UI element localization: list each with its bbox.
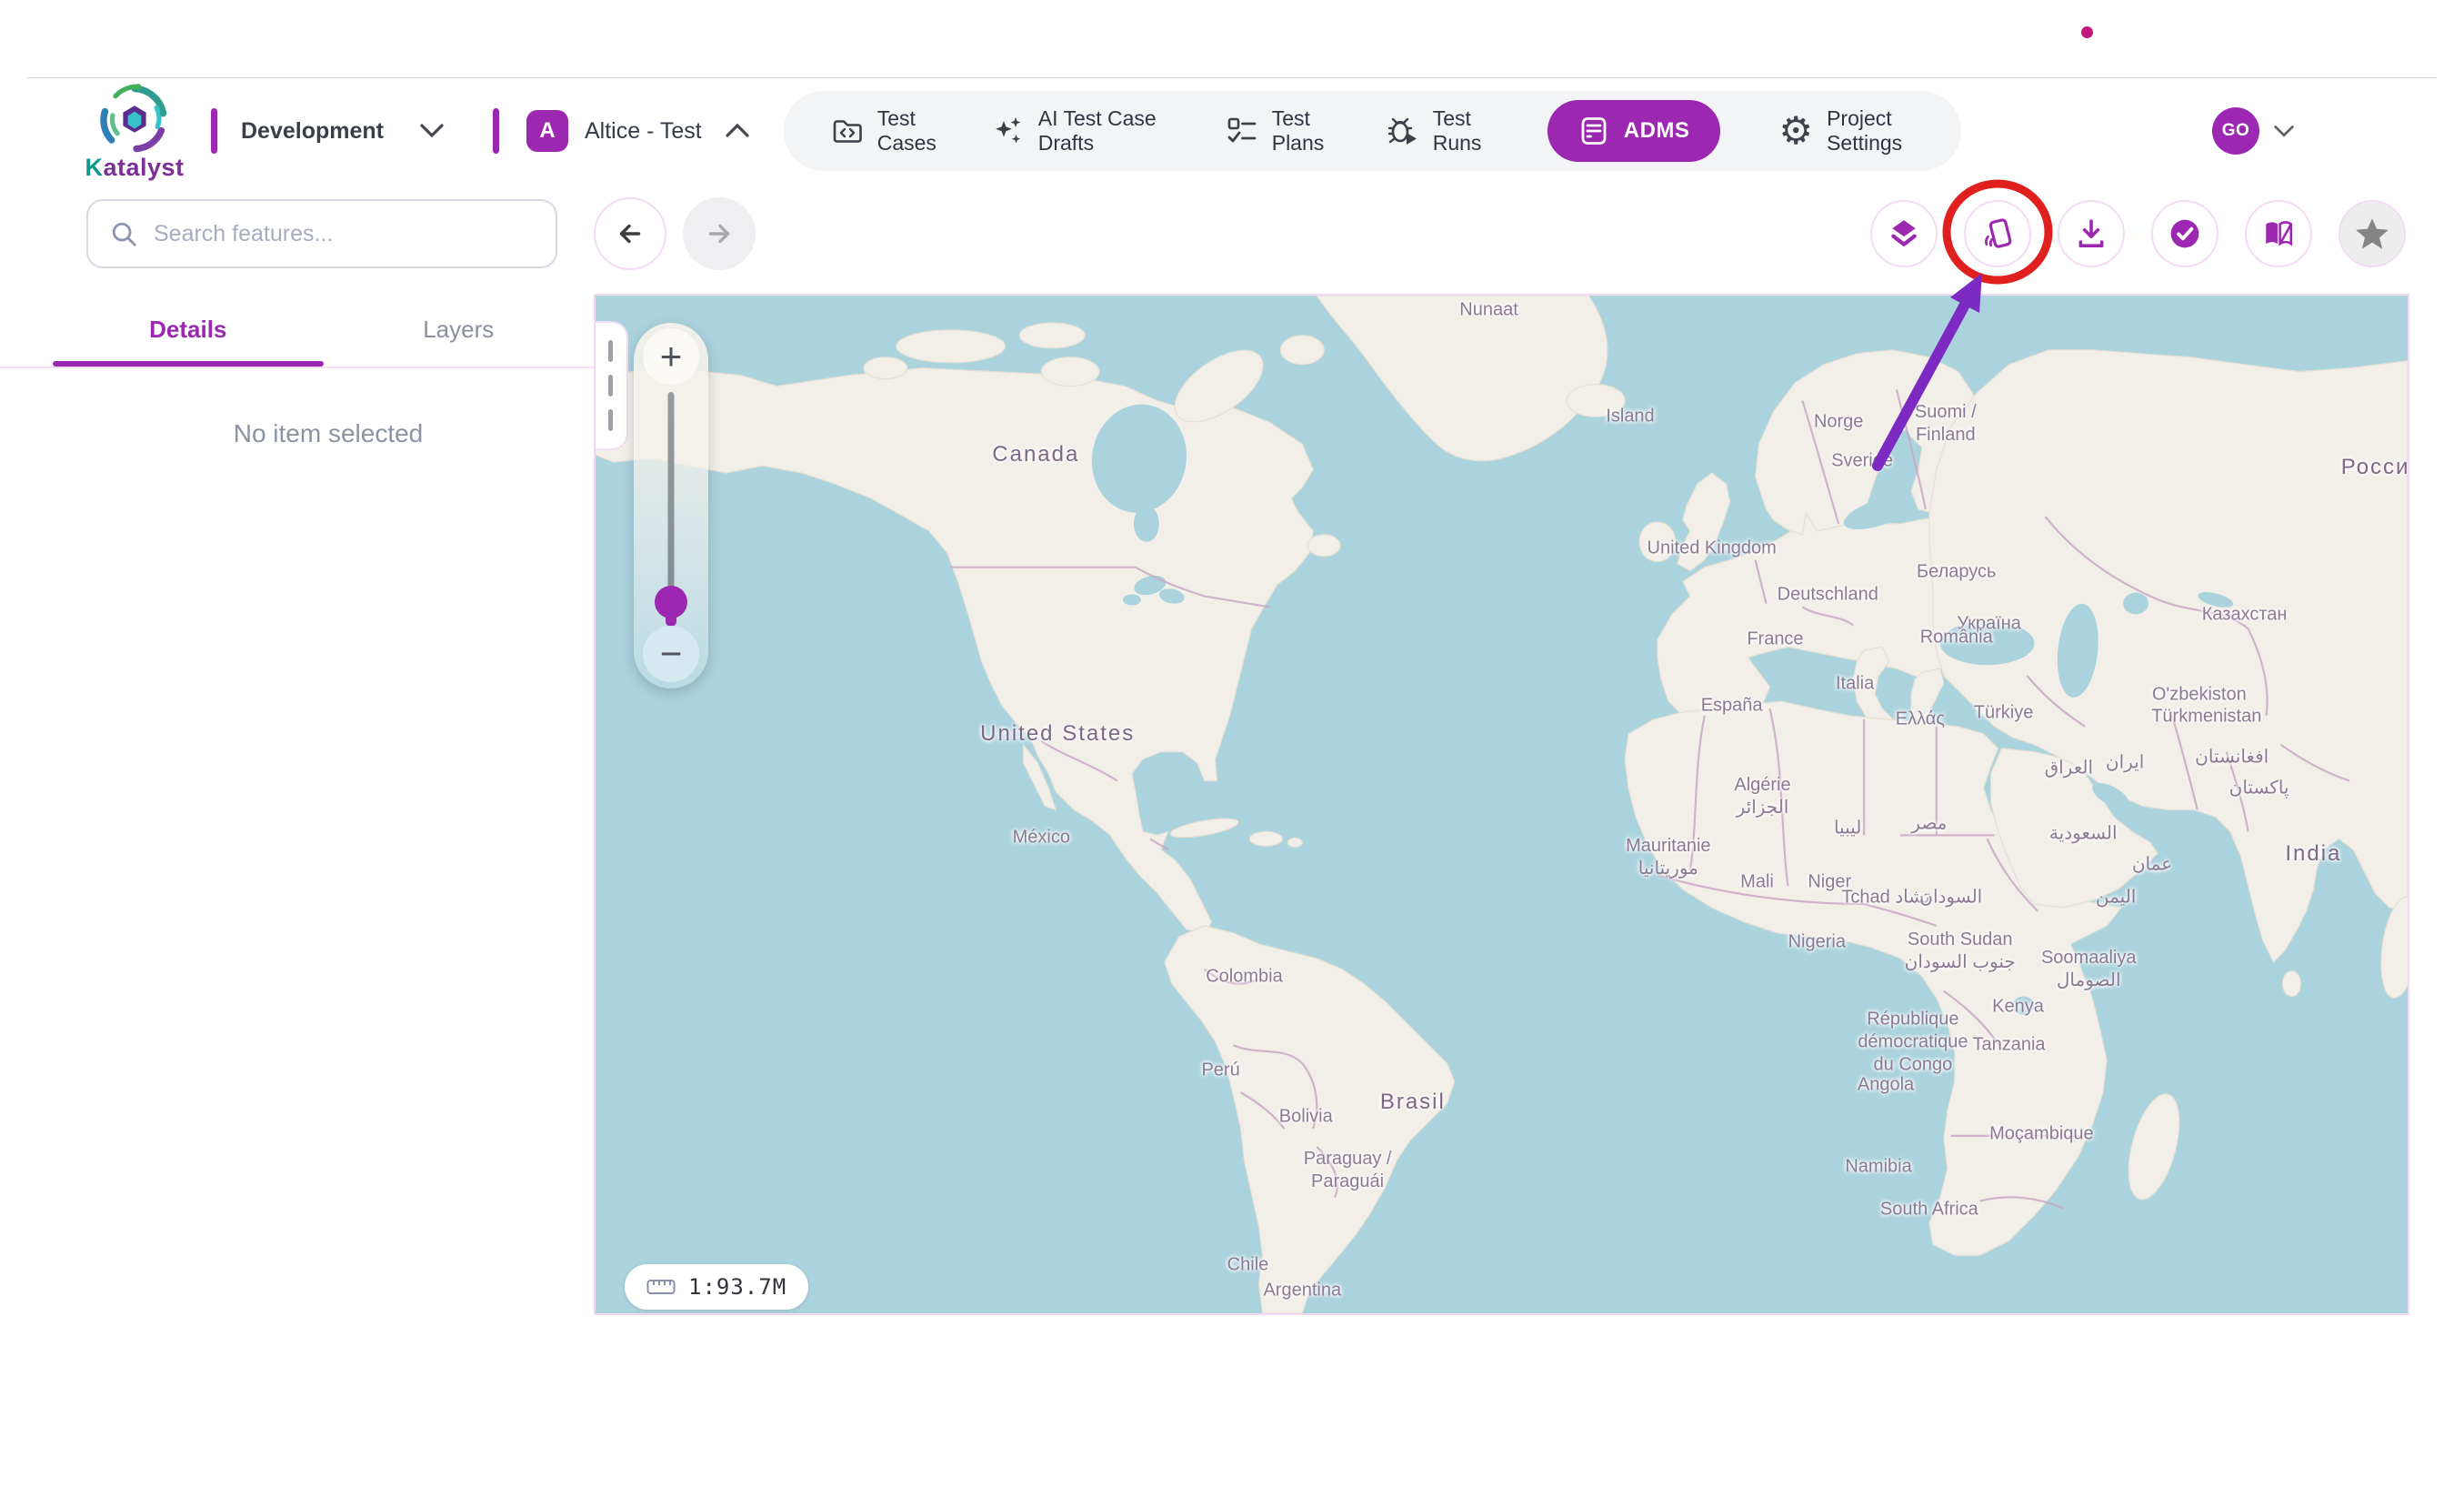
map-scale-indicator: 1:93.7M bbox=[625, 1264, 808, 1310]
search-icon bbox=[110, 220, 137, 247]
details-panel: Details Layers No item selected bbox=[0, 294, 594, 448]
tab-details[interactable]: Details bbox=[53, 294, 324, 365]
map-book-icon bbox=[2262, 217, 2295, 250]
bug-play-icon bbox=[1387, 116, 1419, 146]
map-actions-cluster bbox=[1870, 200, 2406, 267]
katalyst-logo[interactable]: Katalyst bbox=[84, 81, 185, 182]
primary-nav: Test Cases AI Test Case Drafts Test Plan… bbox=[784, 91, 1961, 171]
map-canvas[interactable]: NunaatIslandCanadaNorgeSverigeSuomi / Fi… bbox=[594, 294, 2409, 1315]
app-header: Katalyst Development A Altice - Test Tes… bbox=[0, 78, 2464, 184]
sparkles-icon bbox=[992, 116, 1025, 146]
check-circle-icon bbox=[2169, 217, 2201, 250]
brand-name: Katalyst bbox=[85, 154, 184, 182]
map-scale-value: 1:93.7M bbox=[688, 1274, 786, 1300]
user-avatar: GO bbox=[2212, 107, 2259, 155]
arrow-left-icon bbox=[614, 217, 646, 250]
download-icon bbox=[2075, 217, 2108, 250]
favorites-button[interactable] bbox=[2339, 200, 2406, 267]
chevron-down-icon bbox=[2272, 124, 2296, 139]
project-selector[interactable]: A Altice - Test bbox=[526, 110, 751, 152]
forward-button[interactable] bbox=[683, 197, 756, 270]
gear-icon: ⚙ bbox=[1778, 112, 1813, 150]
environment-selector[interactable]: Development bbox=[241, 118, 446, 145]
checklist-icon bbox=[1226, 116, 1258, 146]
back-button[interactable] bbox=[594, 197, 666, 270]
nav-item-test-runs[interactable]: Test Runs bbox=[1387, 106, 1489, 156]
panel-tabs: Details Layers bbox=[0, 294, 594, 365]
tabs-divider bbox=[0, 367, 594, 368]
project-accent-bar bbox=[493, 108, 499, 154]
project-name: Altice - Test bbox=[585, 118, 702, 145]
download-button[interactable] bbox=[2058, 200, 2125, 267]
basemap-button[interactable] bbox=[2245, 200, 2312, 267]
user-menu[interactable]: GO bbox=[2212, 107, 2296, 155]
world-map bbox=[596, 296, 2408, 1313]
katalyst-logo-icon bbox=[96, 81, 173, 157]
folder-code-icon bbox=[831, 116, 864, 146]
nav-item-ai-test-case-drafts[interactable]: AI Test Case Drafts bbox=[992, 106, 1167, 156]
ruler-icon bbox=[646, 1277, 676, 1297]
zoom-control: + − bbox=[634, 323, 708, 688]
zoom-slider-thumb[interactable] bbox=[655, 586, 687, 618]
tab-layers[interactable]: Layers bbox=[324, 294, 595, 365]
map-toolbar bbox=[86, 196, 2406, 271]
device-rotation-button[interactable] bbox=[1964, 200, 2031, 267]
zoom-out-button[interactable]: − bbox=[643, 626, 699, 682]
project-avatar: A bbox=[526, 110, 568, 152]
nav-item-project-settings[interactable]: ⚙ Project Settings bbox=[1778, 106, 1914, 156]
layers-button[interactable] bbox=[1870, 200, 1938, 267]
search-input[interactable] bbox=[154, 221, 534, 247]
zoom-in-button[interactable]: + bbox=[643, 328, 699, 385]
empty-state-text: No item selected bbox=[0, 419, 604, 448]
validate-button[interactable] bbox=[2151, 200, 2219, 267]
star-icon bbox=[2355, 216, 2389, 251]
chevron-up-icon bbox=[724, 122, 751, 140]
environment-label: Development bbox=[241, 118, 384, 145]
nav-item-test-plans[interactable]: Test Plans bbox=[1226, 106, 1328, 156]
search-box bbox=[86, 199, 557, 268]
database-icon bbox=[1578, 116, 1609, 146]
chevron-down-icon bbox=[418, 122, 446, 140]
env-accent-bar bbox=[211, 108, 217, 154]
annotation-dot bbox=[2081, 26, 2093, 38]
nav-item-test-cases[interactable]: Test Cases bbox=[831, 106, 934, 156]
layers-icon bbox=[1888, 217, 1920, 250]
nav-item-adms[interactable]: ADMS bbox=[1548, 100, 1721, 162]
device-rotation-icon bbox=[1980, 216, 2015, 251]
arrow-right-icon bbox=[703, 217, 736, 250]
panel-drag-handle[interactable] bbox=[594, 321, 628, 450]
